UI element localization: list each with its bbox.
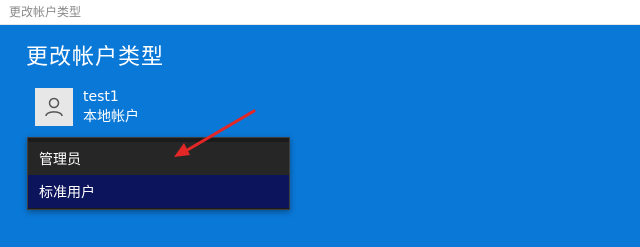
- account-type-label: 本地帐户: [83, 109, 139, 125]
- account-card: test1 本地帐户: [35, 87, 139, 127]
- dropdown-option-standard-user[interactable]: 标准用户: [28, 175, 289, 208]
- avatar: [35, 88, 73, 126]
- dropdown-option-administrator[interactable]: 管理员: [28, 142, 289, 175]
- page-title: 更改帐户类型: [26, 45, 165, 70]
- title-bar: 更改帐户类型: [0, 0, 640, 25]
- person-icon: [45, 97, 63, 117]
- window-title: 更改帐户类型: [9, 5, 82, 19]
- account-type-dropdown[interactable]: 管理员 标准用户: [27, 137, 290, 210]
- dropdown-option-label: 标准用户: [39, 184, 95, 201]
- dropdown-option-label: 管理员: [39, 151, 81, 168]
- change-account-type-window: 更改帐户类型 更改帐户类型 test1 本地帐户 管理员 标准用户: [0, 0, 640, 247]
- account-name: test1: [83, 89, 119, 105]
- account-info: test1 本地帐户: [83, 88, 139, 126]
